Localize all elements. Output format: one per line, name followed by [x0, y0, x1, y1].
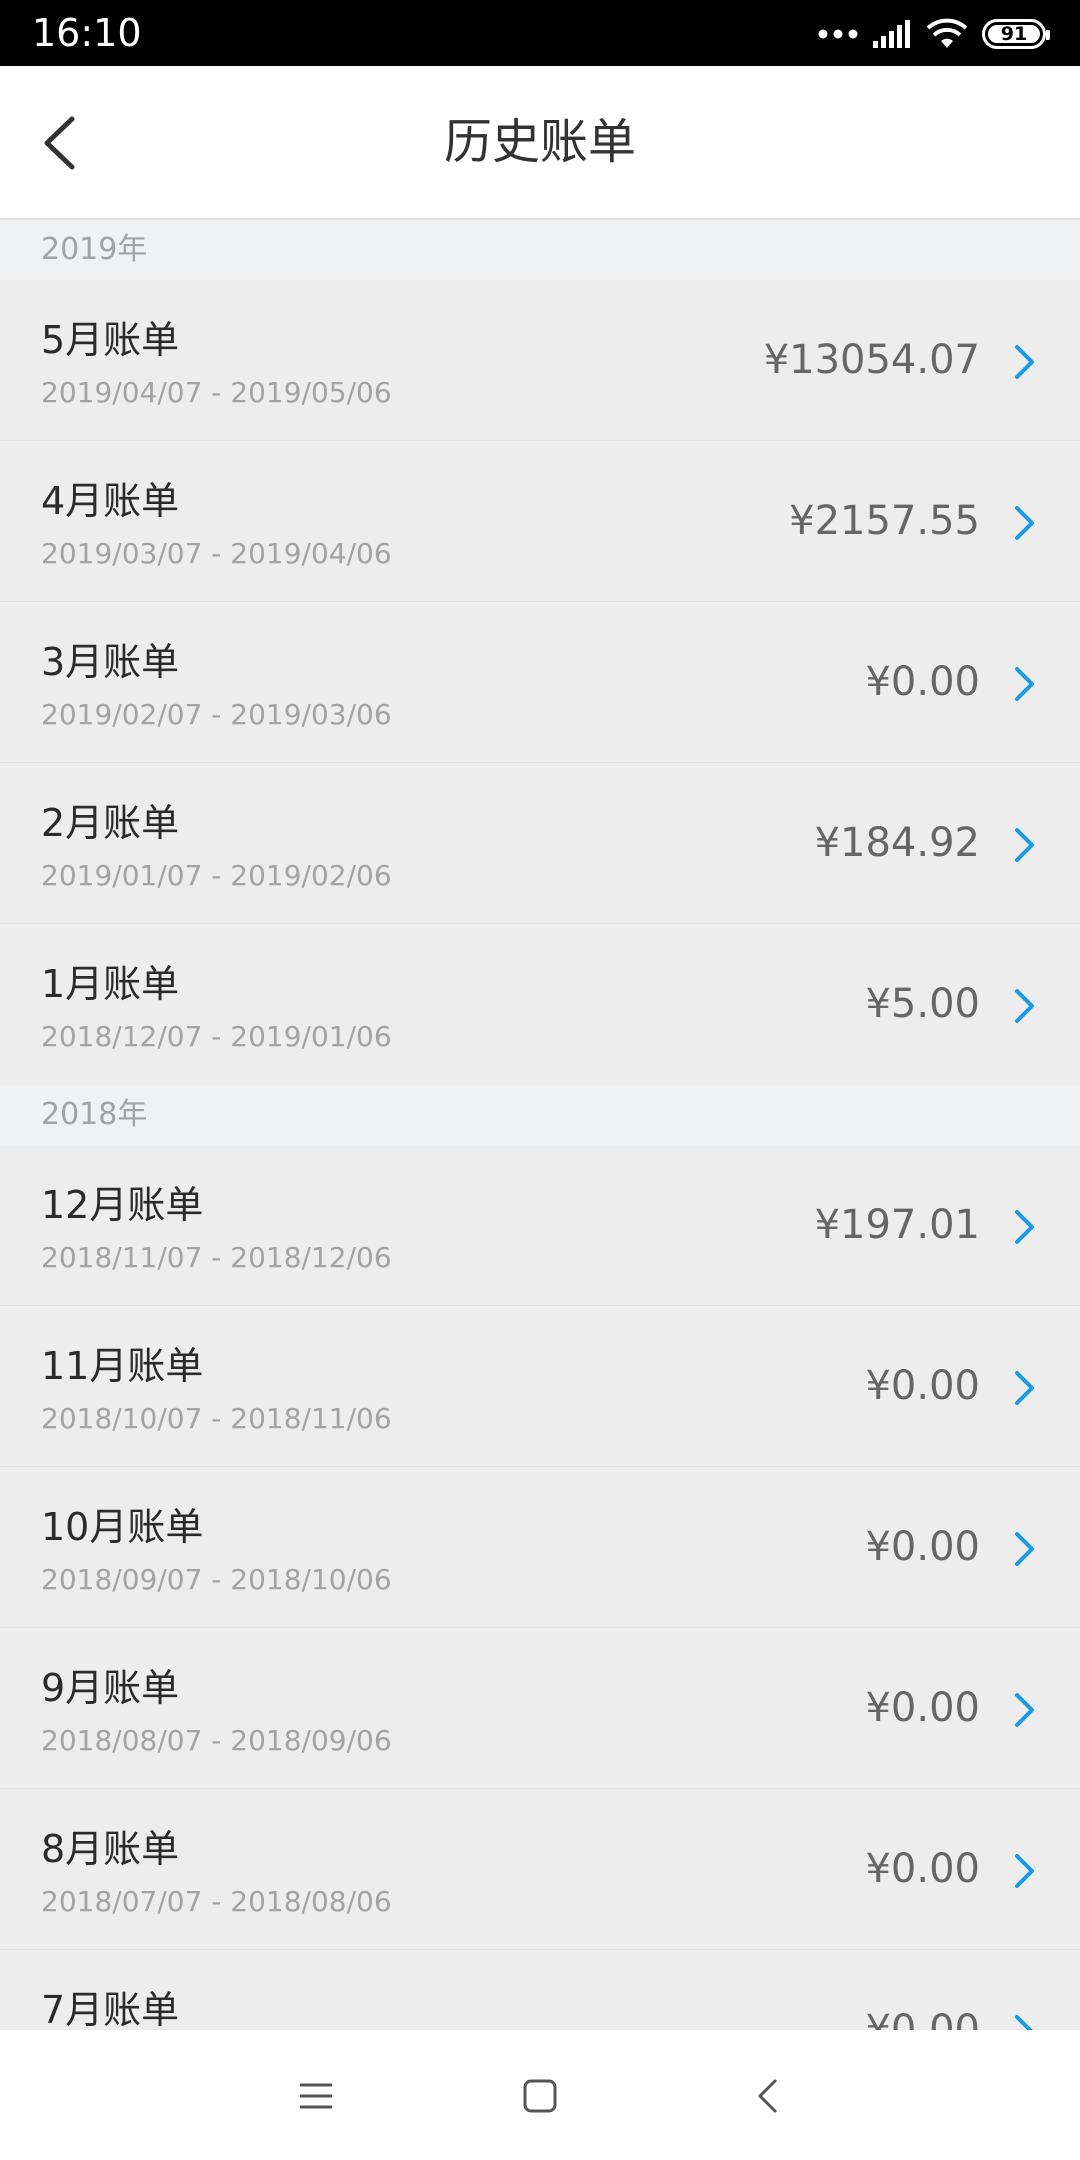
- chevron-right-icon: [1015, 1854, 1034, 1888]
- bill-title: 12月账单: [41, 1183, 204, 1227]
- bill-amount: ¥197.01: [814, 1202, 980, 1248]
- bill-list[interactable]: 2019年 5月账单 2019/04/07 - 2019/05/06 ¥1305…: [0, 220, 1080, 2030]
- bill-title: 9月账单: [41, 1666, 180, 1710]
- signal-icon: [873, 20, 910, 48]
- menu-button[interactable]: [286, 2066, 346, 2126]
- bill-title: 5月账单: [41, 318, 180, 362]
- bill-amount: ¥2157.55: [789, 498, 980, 544]
- bill-amount: ¥13054.07: [763, 337, 980, 383]
- year-header: 2019年: [0, 220, 1080, 280]
- chevron-right-icon: [1015, 1210, 1034, 1244]
- bill-period: 2019/03/07 - 2019/04/06: [41, 537, 392, 570]
- bill-title: 10月账单: [41, 1505, 204, 1549]
- chevron-right-icon: [1015, 667, 1034, 701]
- bill-title: 3月账单: [41, 640, 180, 684]
- chevron-right-icon: [1015, 2015, 1033, 2030]
- bill-period: 2018/07/07 - 2018/08/06: [41, 1885, 392, 1918]
- bill-amount: ¥0.00: [865, 2007, 980, 2030]
- header-bar: 历史账单: [0, 66, 1080, 220]
- status-bar: 16:10 91: [0, 0, 1080, 66]
- system-back-button[interactable]: [738, 2066, 798, 2126]
- menu-icon: [300, 2083, 332, 2109]
- bill-row[interactable]: 8月账单 2018/07/07 - 2018/08/06 ¥0.00: [0, 1789, 1080, 1950]
- page-title: 历史账单: [443, 114, 636, 170]
- bill-row[interactable]: 11月账单 2018/10/07 - 2018/11/06 ¥0.00: [0, 1306, 1080, 1467]
- chevron-right-icon: [1015, 989, 1034, 1023]
- bill-title: 2月账单: [41, 801, 180, 845]
- more-dots-icon: [818, 29, 858, 39]
- bill-row[interactable]: 12月账单 2018/11/07 - 2018/12/06 ¥197.01: [0, 1145, 1080, 1306]
- battery-level: 91: [1000, 23, 1028, 45]
- bill-period: 2019/02/07 - 2019/03/06: [41, 698, 392, 731]
- bill-amount: ¥184.92: [814, 820, 980, 866]
- status-time: 16:10: [32, 11, 142, 55]
- status-icons: 91: [818, 14, 1050, 54]
- back-triangle-icon: [758, 2078, 778, 2114]
- bill-title: 1月账单: [41, 962, 180, 1006]
- bill-row[interactable]: 5月账单 2019/04/07 - 2019/05/06 ¥13054.07: [0, 280, 1080, 441]
- bill-title: 4月账单: [41, 479, 180, 523]
- home-square-icon: [523, 2079, 557, 2113]
- bill-period: 2018/10/07 - 2018/11/06: [41, 1402, 392, 1435]
- bill-amount: ¥0.00: [865, 1685, 980, 1731]
- bill-amount: ¥0.00: [865, 1846, 980, 1892]
- bill-period: 2018/12/07 - 2019/01/06: [41, 1020, 392, 1053]
- bill-period: 2018/08/07 - 2018/09/06: [41, 1724, 392, 1757]
- chevron-right-icon: [1015, 1532, 1034, 1566]
- wifi-icon: [926, 18, 968, 48]
- chevron-right-icon: [1015, 345, 1034, 379]
- bill-row[interactable]: 9月账单 2018/08/07 - 2018/09/06 ¥0.00: [0, 1628, 1080, 1789]
- bill-period: 2019/01/07 - 2019/02/06: [41, 859, 392, 892]
- bill-title: 8月账单: [41, 1827, 180, 1871]
- system-nav-bar: [0, 2030, 1080, 2160]
- bill-title: 11月账单: [41, 1344, 204, 1388]
- chevron-right-icon: [1015, 1693, 1034, 1727]
- bill-amount: ¥0.00: [865, 1363, 980, 1409]
- bill-amount: ¥0.00: [865, 659, 980, 705]
- battery-icon: 91: [982, 19, 1050, 49]
- chevron-right-icon: [1015, 506, 1034, 540]
- year-header: 2018年: [0, 1085, 1080, 1145]
- bill-period: 2018/11/07 - 2018/12/06: [41, 1241, 392, 1274]
- bill-title: 7月账单: [41, 1988, 180, 2030]
- bill-period: 2018/09/07 - 2018/10/06: [41, 1563, 392, 1596]
- bill-amount: ¥5.00: [865, 981, 980, 1027]
- bill-amount: ¥0.00: [865, 1524, 980, 1570]
- home-button[interactable]: [510, 2066, 570, 2126]
- chevron-right-icon: [1015, 1371, 1034, 1405]
- bill-row[interactable]: 10月账单 2018/09/07 - 2018/10/06 ¥0.00: [0, 1467, 1080, 1628]
- bill-row[interactable]: 1月账单 2018/12/07 - 2019/01/06 ¥5.00: [0, 924, 1080, 1085]
- bill-row[interactable]: 2月账单 2019/01/07 - 2019/02/06 ¥184.92: [0, 763, 1080, 924]
- bill-row[interactable]: 3月账单 2019/02/07 - 2019/03/06 ¥0.00: [0, 602, 1080, 763]
- bill-row[interactable]: 4月账单 2019/03/07 - 2019/04/06 ¥2157.55: [0, 441, 1080, 602]
- bill-period: 2019/04/07 - 2019/05/06: [41, 376, 392, 409]
- chevron-right-icon: [1015, 828, 1034, 862]
- bill-row[interactable]: 7月账单 ¥0.00: [0, 1950, 1080, 2030]
